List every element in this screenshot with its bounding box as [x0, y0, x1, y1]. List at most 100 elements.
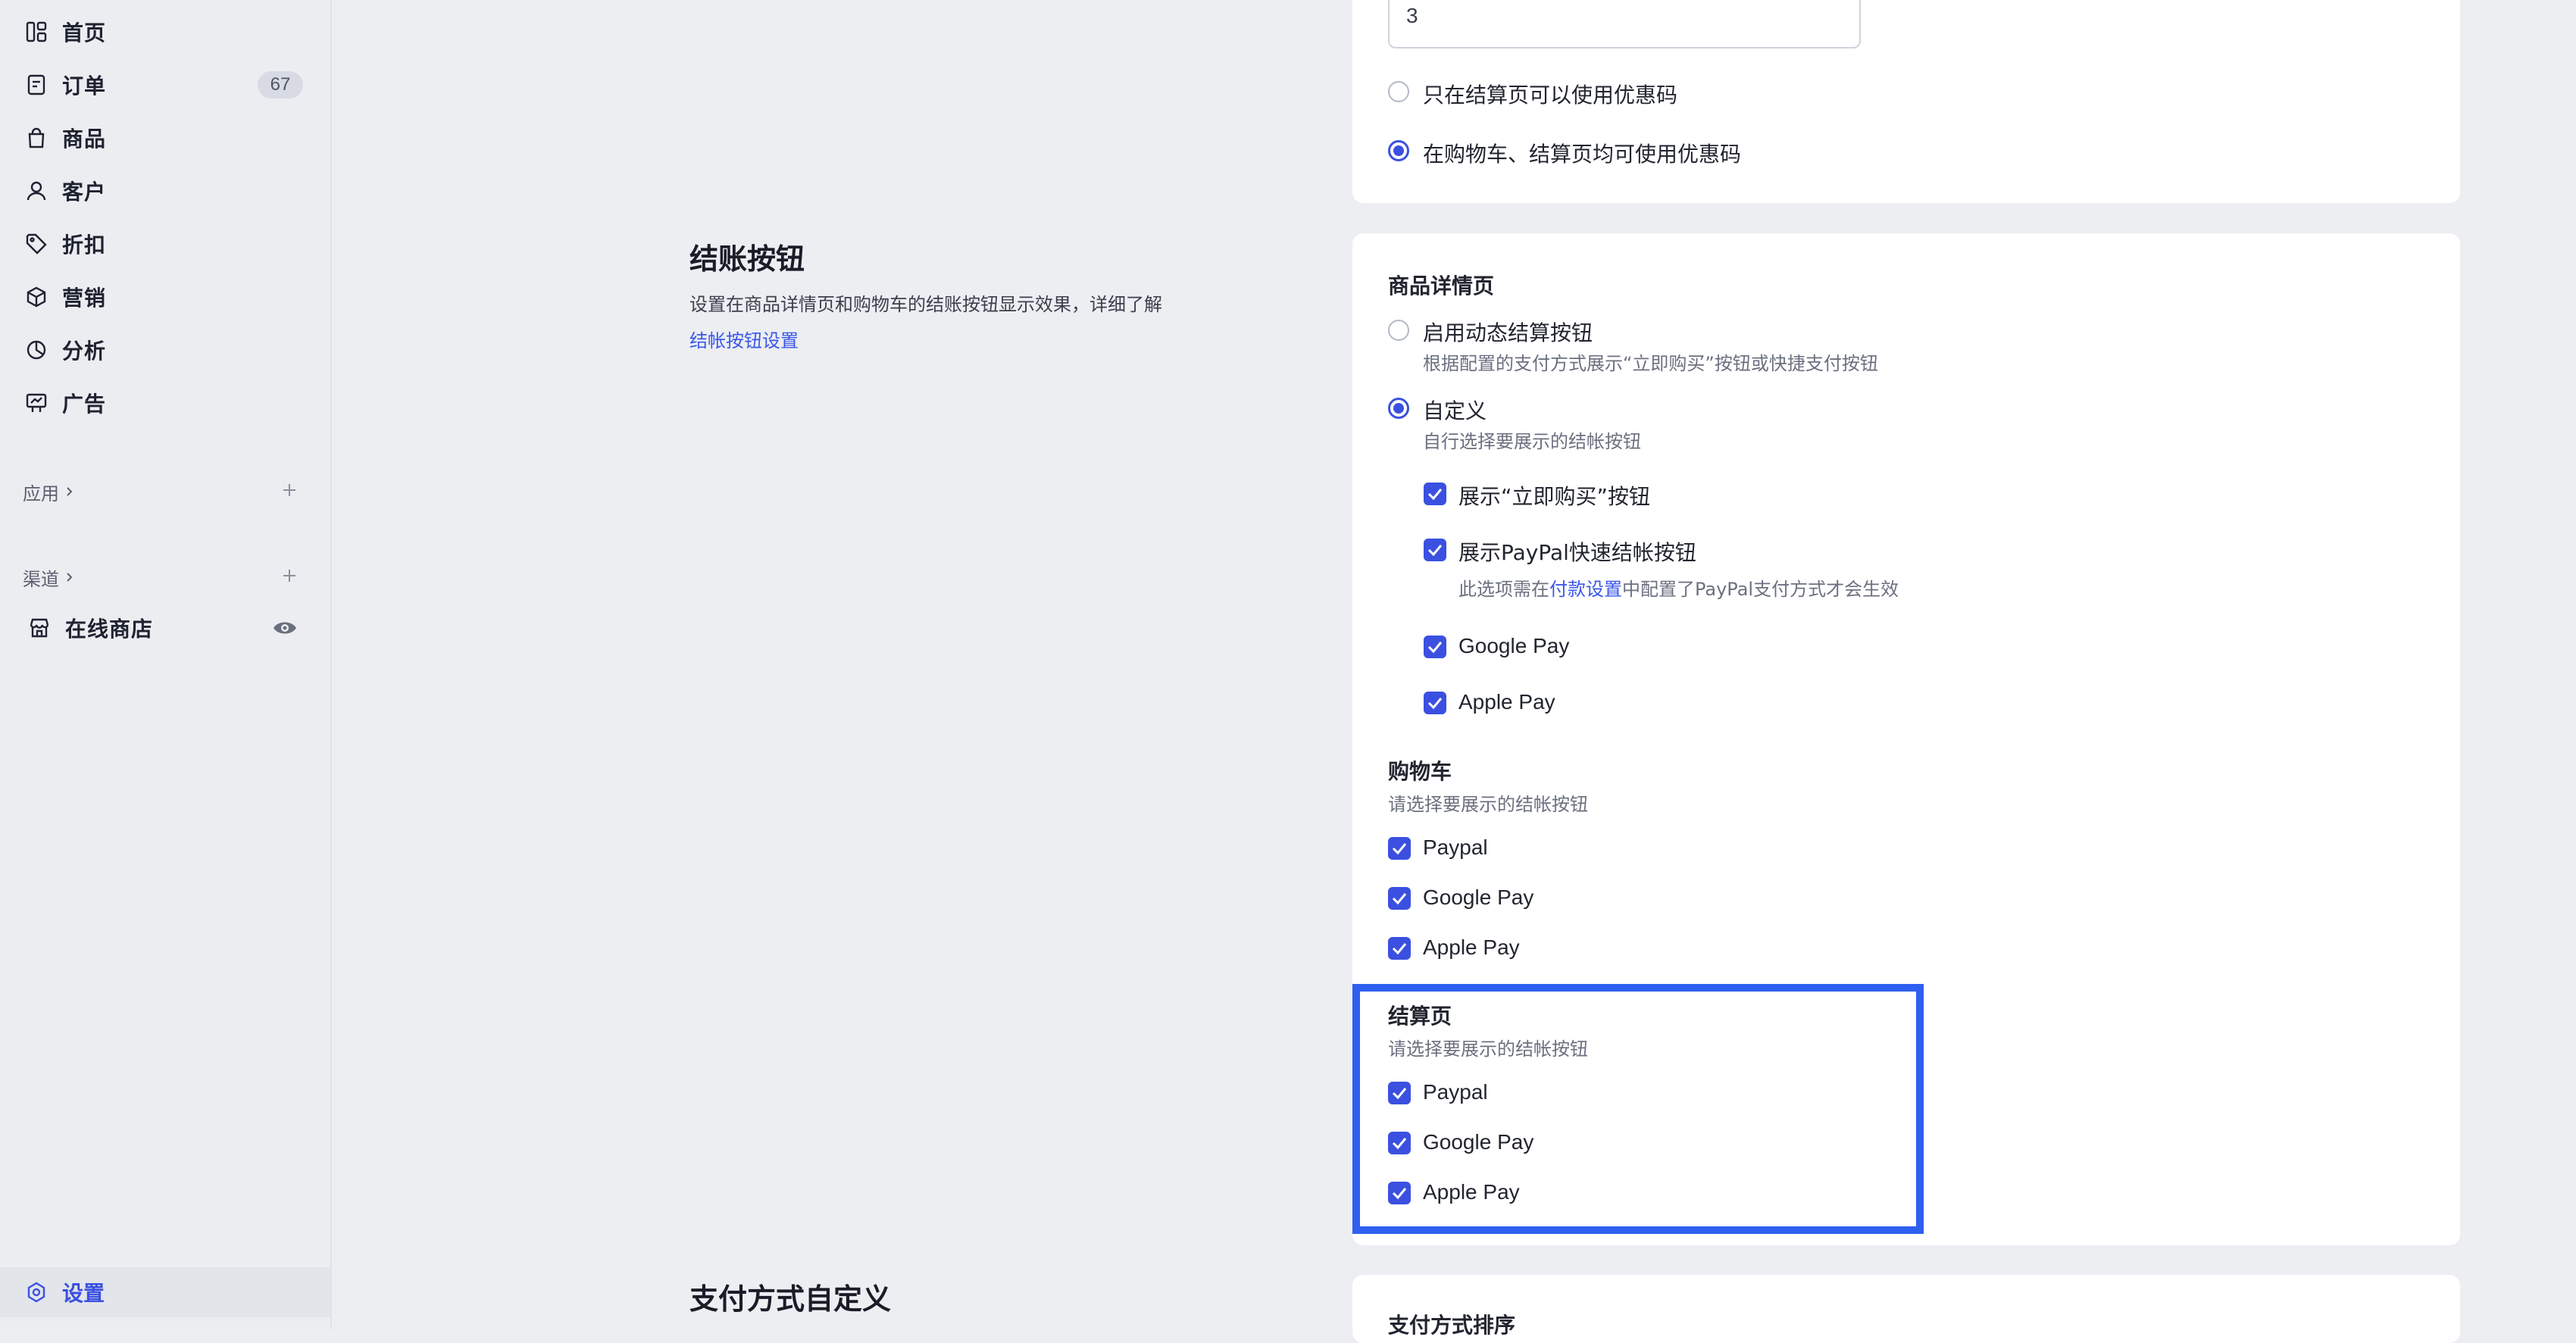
sidebar-item-label: 在线商店 [65, 617, 154, 642]
sidebar-item-label: 商品 [62, 126, 107, 151]
custom-checkout-description: 自行选择要展示的结帐按钮 [1423, 431, 1641, 452]
checkout-button-settings-link[interactable]: 结帐按钮设置 [689, 323, 1220, 359]
pie-icon [20, 333, 53, 367]
custom-checkout-label: 自定义 [1423, 398, 1487, 423]
sidebar-group-label: 渠道 [23, 568, 59, 590]
coupon-cart-and-checkout-label: 在购物车、结算页均可使用优惠码 [1423, 142, 1742, 167]
chevron-right-icon [64, 567, 76, 588]
checkout-google-pay-label: Google Pay [1423, 1130, 1534, 1154]
sidebar-item-customers[interactable]: 客户 [18, 167, 312, 214]
check-icon [1392, 943, 1407, 955]
sidebar-item-ads[interactable]: 广告 [18, 379, 312, 426]
store-icon [23, 611, 56, 645]
section-description-text: 设置在商品详情页和购物车的结账按钮显示效果，详细了解 [689, 294, 1162, 315]
tag-icon [20, 227, 53, 261]
cart-description: 请选择要展示的结帐按钮 [1388, 794, 1588, 815]
sidebar-item-home[interactable]: 首页 [18, 8, 312, 55]
paypal-express-note: 此选项需在付款设置中配置了PayPal支付方式才会生效 [1458, 574, 1899, 601]
sidebar-item-products[interactable]: 商品 [18, 114, 312, 161]
billboard-icon [20, 386, 53, 420]
product-apple-pay-checkbox[interactable] [1424, 692, 1446, 714]
checkout-paypal-label: Paypal [1423, 1080, 1488, 1104]
checkout-apple-pay-label: Apple Pay [1423, 1180, 1520, 1204]
sidebar-group-apps[interactable]: 应用 [23, 476, 76, 507]
dynamic-checkout-description: 根据配置的支付方式展示“立即购买”按钮或快捷支付按钮 [1423, 353, 1878, 374]
paypal-express-checkbox[interactable] [1424, 539, 1446, 561]
cart-google-pay-label: Google Pay [1423, 885, 1534, 909]
product-google-pay-checkbox[interactable] [1424, 636, 1446, 658]
check-icon [1427, 642, 1443, 654]
coupon-checkout-only-radio[interactable] [1388, 81, 1409, 102]
dynamic-checkout-label: 启用动态结算按钮 [1423, 320, 1593, 345]
check-icon [1392, 1088, 1407, 1100]
sidebar-item-analytics[interactable]: 分析 [18, 326, 312, 373]
cart-title: 购物车 [1388, 759, 1452, 784]
sidebar-item-settings[interactable]: 设置 [0, 1267, 330, 1317]
add-channel-button[interactable] [273, 561, 306, 594]
bag-icon [20, 121, 53, 155]
checkout-google-pay-checkbox[interactable] [1388, 1132, 1411, 1154]
payment-sorting-title: 支付方式排序 [1388, 1313, 1516, 1338]
checkout-apple-pay-checkbox[interactable] [1388, 1182, 1411, 1204]
eye-icon[interactable] [268, 611, 302, 645]
sidebar-item-discounts[interactable]: 折扣 [18, 220, 312, 267]
cart-apple-pay-label: Apple Pay [1423, 935, 1520, 959]
sidebar-item-label: 广告 [62, 392, 107, 417]
coupon-limit-input[interactable]: 3 [1388, 0, 1861, 48]
cart-google-pay-checkbox[interactable] [1388, 887, 1411, 910]
check-icon [1392, 1188, 1407, 1200]
coupon-checkout-only-label: 只在结算页可以使用优惠码 [1423, 83, 1678, 108]
orders-count-badge: 67 [258, 71, 303, 98]
paypal-note-prefix: 此选项需在 [1458, 579, 1549, 600]
check-icon [1392, 843, 1407, 855]
user-icon [20, 174, 53, 208]
check-icon [1392, 1138, 1407, 1150]
sidebar-item-label: 分析 [62, 339, 107, 364]
sidebar-item-label: 首页 [62, 20, 107, 45]
checkout-button-section-title: 结账按钮 [689, 242, 805, 276]
checkout-button-card [1352, 233, 2460, 1245]
sidebar-group-label: 应用 [23, 483, 59, 504]
payment-settings-link[interactable]: 付款设置 [1549, 579, 1622, 600]
coupon-cart-and-checkout-radio[interactable] [1388, 140, 1409, 161]
buy-now-label: 展示“立即购买”按钮 [1458, 484, 1651, 509]
product-google-pay-label: Google Pay [1458, 634, 1570, 657]
cart-paypal-label: Paypal [1423, 835, 1488, 859]
plus-icon [281, 567, 298, 587]
check-icon [1427, 698, 1443, 710]
plus-icon [281, 482, 298, 501]
custom-checkout-radio[interactable] [1388, 398, 1409, 419]
sidebar-item-label: 折扣 [62, 233, 107, 258]
sidebar-item-online-store[interactable]: 在线商店 [18, 604, 312, 651]
checkout-paypal-checkbox[interactable] [1388, 1082, 1411, 1104]
payment-method-section-title: 支付方式自定义 [689, 1282, 892, 1316]
dynamic-checkout-radio[interactable] [1388, 320, 1409, 341]
cart-apple-pay-checkbox[interactable] [1388, 937, 1411, 960]
product-page-title: 商品详情页 [1388, 273, 1495, 298]
check-icon [1427, 545, 1443, 557]
cart-paypal-checkbox[interactable] [1388, 837, 1411, 860]
sidebar-item-label: 设置 [62, 1281, 105, 1306]
sidebar-item-orders[interactable]: 订单 67 [18, 61, 312, 108]
checkout-page-title: 结算页 [1388, 1004, 1452, 1029]
box-icon [20, 280, 53, 314]
add-app-button[interactable] [273, 475, 306, 508]
sidebar-item-marketing[interactable]: 营销 [18, 273, 312, 320]
paypal-express-label: 展示PayPal快速结帐按钮 [1458, 540, 1696, 565]
buy-now-checkbox[interactable] [1424, 483, 1446, 505]
checkout-button-section-description: 设置在商品详情页和购物车的结账按钮显示效果，详细了解 结帐按钮设置 [689, 286, 1220, 359]
payment-sorting-card [1352, 1275, 2460, 1343]
sidebar-item-label: 客户 [62, 180, 107, 205]
check-icon [1392, 893, 1407, 905]
sidebar-group-channels[interactable]: 渠道 [23, 562, 76, 592]
sidebar: 首页 订单 67 商品 客户 折扣 营销 分析 广告 应用 渠道 在线商店 设置 [0, 0, 332, 1329]
order-icon [20, 68, 53, 102]
gear-icon [20, 1276, 53, 1309]
product-apple-pay-label: Apple Pay [1458, 690, 1555, 714]
checkout-page-description: 请选择要展示的结帐按钮 [1388, 1038, 1588, 1060]
paypal-note-suffix: 中配置了PayPal支付方式才会生效 [1622, 579, 1899, 600]
home-icon [20, 15, 53, 48]
check-icon [1427, 489, 1443, 501]
chevron-right-icon [64, 481, 76, 502]
sidebar-item-label: 订单 [62, 73, 107, 98]
